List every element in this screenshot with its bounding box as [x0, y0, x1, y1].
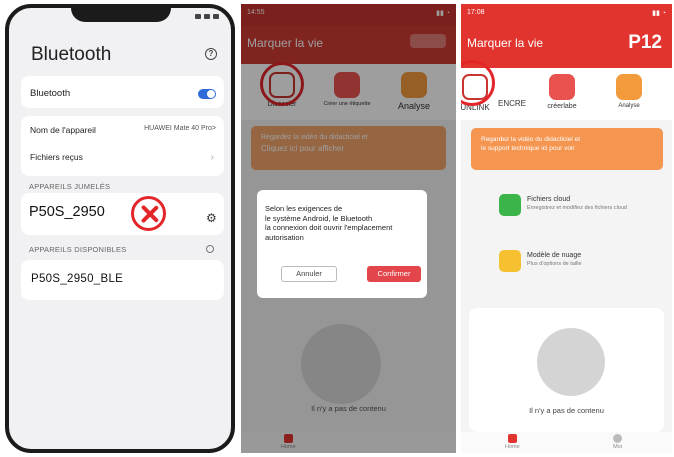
- bluetooth-toggle[interactable]: [198, 89, 216, 99]
- link-icon: [549, 74, 575, 100]
- device-name-value: HUAWEI Mate 40 Pro>: [144, 125, 216, 132]
- bluetooth-label: Bluetooth: [30, 88, 71, 99]
- phone-bluetooth-settings: Bluetooth ? Bluetooth Nom de l'appareil …: [5, 4, 235, 453]
- feature-subtitle: Plus d'options de taille: [527, 261, 582, 267]
- dialog-line: autorisation: [265, 232, 304, 242]
- analyse-button[interactable]: Analyse: [607, 74, 651, 109]
- phone-notch: [71, 8, 171, 22]
- device-name-label: Nom de l'appareil: [30, 125, 96, 135]
- received-files-label: Fichiers reçus: [30, 152, 83, 162]
- gear-icon[interactable]: ⚙: [206, 211, 217, 225]
- paired-device-name[interactable]: P50S_2950: [29, 204, 105, 220]
- nav-me-label: Moi: [613, 444, 622, 450]
- status-bar: 17:08 ▮▮ ◔: [461, 4, 672, 26]
- encre-button[interactable]: ENCRE: [495, 96, 529, 108]
- permission-dialog: Selon les exigences de le système Androi…: [257, 190, 427, 298]
- cancel-button[interactable]: Annuler: [281, 266, 337, 282]
- empty-state-card: Il n'y a pas de contenu: [469, 308, 664, 432]
- feature-subtitle: Enregistrez et modifiez des fichiers clo…: [527, 205, 627, 211]
- available-devices-header: APPAREILS DISPONIBLES: [29, 245, 127, 254]
- paired-devices-header: APPAREILS JUMELÉS: [29, 182, 111, 191]
- nav-home-label: Home: [505, 444, 520, 450]
- create-label-button[interactable]: créerlabe: [535, 74, 589, 110]
- empty-state-text: Il n'y a pas de contenu: [529, 406, 604, 415]
- cloud-template-item[interactable]: Modèle de nuage Plus d'options de taille: [499, 250, 669, 276]
- composite-screenshot: Bluetooth ? Bluetooth Nom de l'appareil …: [0, 0, 674, 457]
- dialog-message: Selon les exigences de le système Androi…: [265, 204, 427, 242]
- help-icon[interactable]: ?: [205, 48, 217, 60]
- dialog-line: Selon les exigences de: [265, 204, 343, 213]
- app-title: Marquer la vie: [467, 36, 544, 50]
- banner-line: Regardez la vidéo du didacticiel et: [481, 136, 581, 143]
- tool-label: créerlabe: [547, 103, 577, 110]
- empty-state-illustration: [537, 328, 605, 396]
- template-icon: [499, 250, 521, 272]
- dialog-line: le système Android, le Bluetooth: [265, 213, 373, 223]
- bluetooth-toggle-card: Bluetooth: [21, 76, 224, 108]
- feature-title: Modèle de nuage: [527, 252, 582, 259]
- app-header: Marquer la vie P12: [461, 26, 672, 68]
- page-title: Bluetooth: [31, 44, 112, 65]
- printer-model[interactable]: P12: [628, 32, 662, 54]
- dialog-line: la connexion doit ouvrir l'emplacement: [265, 223, 393, 232]
- app-screen-dialog: 14:55 ▮▮ ◔ Marquer la vie Dissocier Crée…: [241, 4, 456, 453]
- loading-spinner-icon: [206, 245, 214, 253]
- device-info-card: Nom de l'appareil HUAWEI Mate 40 Pro> Fi…: [21, 116, 224, 176]
- status-icons: ▮▮ ◔: [652, 10, 666, 17]
- nav-me[interactable]: Moi: [613, 434, 622, 450]
- available-device-name[interactable]: P50S_2950_BLE: [31, 273, 123, 285]
- cloud-files-item[interactable]: Fichiers cloud Enregistrez et modifiez d…: [499, 194, 669, 220]
- tutorial-banner[interactable]: Regardez la vidéo du didacticiel et le s…: [471, 128, 663, 170]
- folder-icon: [499, 194, 521, 216]
- user-icon: [613, 434, 622, 443]
- error-x-icon: [131, 196, 166, 231]
- app-screen-home: 17:08 ▮▮ ◔ Marquer la vie P12 UNLINK ENC…: [461, 4, 672, 453]
- status-bar-icons: [195, 14, 219, 19]
- feature-title: Fichiers cloud: [527, 196, 571, 203]
- bottom-nav: Home Moi: [461, 432, 672, 453]
- nav-home[interactable]: Home: [505, 434, 520, 450]
- status-time: 17:08: [467, 9, 485, 16]
- chevron-right-icon: ›: [210, 152, 214, 163]
- confirm-button[interactable]: Confirmer: [367, 266, 421, 282]
- document-icon: [616, 74, 642, 100]
- banner-line: le support technique ici pour voir: [481, 145, 575, 152]
- tool-label: ENCRE: [497, 99, 526, 108]
- home-icon: [507, 434, 517, 443]
- tool-label: Analyse: [618, 103, 640, 109]
